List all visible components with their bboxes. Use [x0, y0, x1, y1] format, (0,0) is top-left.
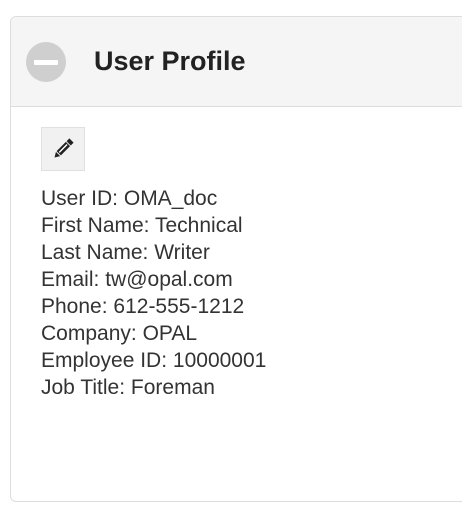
profile-fields: User ID: OMA_doc First Name: Technical L…	[41, 185, 462, 401]
field-company: Company: OPAL	[41, 322, 198, 345]
field-email: Email: tw@opal.com	[41, 268, 233, 291]
field-user-id: User ID: OMA_doc	[41, 187, 218, 210]
collapse-icon[interactable]	[26, 41, 66, 82]
field-last-name: Last Name: Writer	[41, 241, 210, 264]
field-employee-id: Employee ID: 10000001	[41, 349, 267, 372]
field-phone: Phone: 612-555-1212	[41, 295, 245, 318]
field-job-title: Job Title: Foreman	[41, 376, 215, 399]
minus-icon	[34, 59, 58, 65]
panel-header[interactable]: User Profile	[11, 17, 462, 107]
pencil-icon	[54, 138, 74, 158]
panel-title: User Profile	[94, 46, 246, 76]
edit-button[interactable]	[41, 127, 85, 171]
field-first-name: First Name: Technical	[41, 214, 243, 237]
user-profile-panel: User Profile User ID: OMA_doc First Name…	[10, 16, 462, 502]
panel-body: User ID: OMA_doc First Name: Technical L…	[11, 107, 462, 401]
